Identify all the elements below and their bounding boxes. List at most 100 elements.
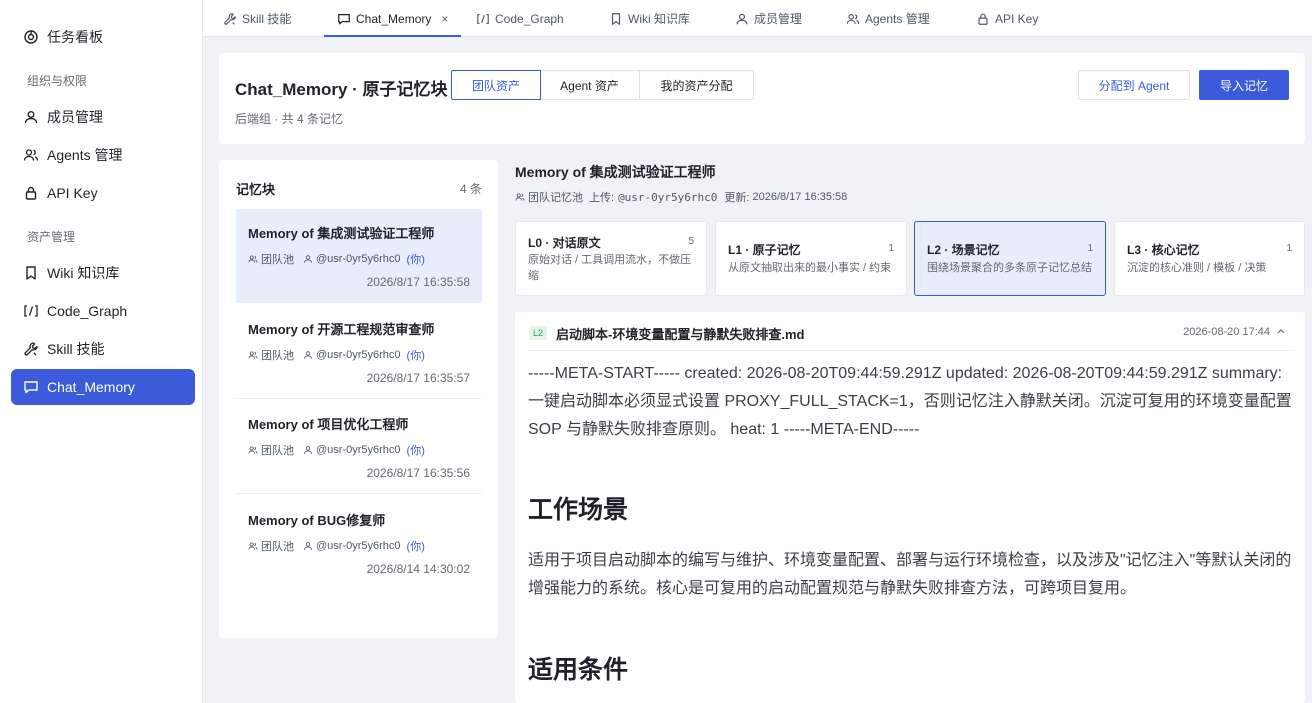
- level-tag: L2: [529, 326, 547, 340]
- sidebar-item-label: Agents 管理: [47, 147, 123, 163]
- users-icon: [248, 350, 258, 360]
- lock-icon: [23, 185, 39, 201]
- sidebar-item-label: Wiki 知识库: [47, 265, 120, 281]
- tab-code-graph[interactable]: Code_Graph: [476, 0, 564, 37]
- file-name: 启动脚本-环境变量配置与静默失败排查.md: [556, 327, 805, 342]
- sidebar-item-label: Code_Graph: [47, 303, 128, 319]
- code-icon: [23, 303, 39, 319]
- sidebar-item-label: Chat_Memory: [47, 379, 135, 395]
- memory-name: Memory of 集成测试验证工程师: [248, 226, 435, 241]
- sidebar-item-wiki[interactable]: Wiki 知识库: [11, 255, 195, 291]
- tab-label: API Key: [995, 11, 1039, 26]
- sidebar-item-chat-memory[interactable]: Chat_Memory: [11, 369, 195, 405]
- updated-label: 更新:: [724, 192, 750, 204]
- memory-pool: 团队池: [261, 445, 294, 457]
- page-title: Chat_Memory · 原子记忆块: [235, 80, 448, 99]
- memory-time: 2026/8/17 16:35:58: [366, 275, 470, 289]
- memory-meta: 团队池 @usr-0yr5y6rhc0 (你): [248, 538, 425, 554]
- memory-list-title: 记忆块: [236, 182, 276, 197]
- user-icon: [303, 254, 313, 264]
- heading-work-scene: 工作场景: [528, 496, 629, 524]
- user-icon: [303, 445, 313, 455]
- memory-name: Memory of BUG修复师: [248, 513, 386, 528]
- tab-bar: Skill 技能 Chat_Memory × Code_Graph Wiki 知…: [203, 0, 1312, 37]
- memory-user: @usr-0yr5y6rhc0: [316, 349, 401, 361]
- users-icon: [248, 254, 258, 264]
- memory-pool: 团队池: [261, 254, 294, 266]
- memory-list-count: 4 条: [459, 182, 482, 196]
- segment-my-assignments[interactable]: 我的资产分配: [639, 70, 754, 100]
- you-badge: (你): [406, 254, 425, 266]
- tab-label: Agents 管理: [865, 12, 930, 26]
- level-card-l2[interactable]: L2 · 场景记忆 1 围绕场景聚合的多条原子记忆总结: [914, 221, 1106, 296]
- assign-to-agent-button[interactable]: 分配到 Agent: [1078, 70, 1190, 100]
- list-item[interactable]: Memory of 项目优化工程师 团队池 @usr-0yr5y6rhc0 (你…: [236, 400, 482, 494]
- sidebar-item-members[interactable]: 成员管理: [11, 99, 195, 135]
- sidebar-item-skill[interactable]: Skill 技能: [11, 331, 195, 367]
- tab-label: Wiki 知识库: [628, 12, 690, 26]
- memory-pool: 团队池: [261, 350, 294, 362]
- tab-label: Skill 技能: [242, 12, 292, 26]
- list-item[interactable]: Memory of BUG修复师 团队池 @usr-0yr5y6rhc0 (你)…: [236, 496, 482, 590]
- level-count: 1: [888, 243, 894, 254]
- tab-skill[interactable]: Skill 技能: [223, 0, 291, 37]
- lock-icon: [976, 12, 990, 26]
- file-date: 2026-08-20 17:44: [1183, 326, 1270, 338]
- level-name: L1 · 原子记忆: [728, 243, 801, 257]
- heading-conditions: 适用条件: [528, 656, 629, 684]
- segment-agent-assets[interactable]: Agent 资产: [540, 70, 640, 100]
- tab-api-key[interactable]: API Key: [976, 0, 1038, 37]
- tab-agents[interactable]: Agents 管理: [846, 0, 930, 37]
- segment-team-assets[interactable]: 团队资产: [451, 70, 541, 100]
- import-memory-button[interactable]: 导入记忆: [1199, 70, 1289, 100]
- memory-meta: 团队池 @usr-0yr5y6rhc0 (你): [248, 442, 425, 458]
- users-icon: [248, 541, 258, 551]
- tab-wiki[interactable]: Wiki 知识库: [609, 0, 690, 37]
- users-icon: [23, 147, 39, 163]
- level-card-l1[interactable]: L1 · 原子记忆 1 从原文抽取出来的最小事实 / 约束: [715, 221, 907, 296]
- memory-list-panel: 记忆块 4 条 Memory of 集成测试验证工程师 团队池 @usr-0yr…: [219, 160, 498, 638]
- sidebar-item-code-graph[interactable]: Code_Graph: [11, 293, 195, 329]
- sidebar-item-label: Skill 技能: [47, 341, 105, 357]
- upload-label: 上传:: [589, 192, 615, 204]
- chat-icon: [23, 379, 39, 395]
- memory-name: Memory of 开源工程规范审查师: [248, 322, 435, 337]
- wrench-icon: [223, 12, 237, 26]
- page-subtitle: 后端组 · 共 4 条记忆: [235, 112, 344, 126]
- tab-label: Code_Graph: [495, 11, 564, 26]
- you-badge: (你): [406, 350, 425, 362]
- updated-time: 2026/8/17 16:35:58: [752, 191, 848, 203]
- chat-icon: [337, 12, 351, 26]
- level-desc: 原始对话 / 工具调用流水，不做压缩: [528, 254, 692, 282]
- detail-title: Memory of 集成测试验证工程师: [515, 164, 716, 180]
- page-header: Chat_Memory · 原子记忆块 后端组 · 共 4 条记忆 团队资产 A…: [219, 53, 1305, 144]
- meta-block: -----META-START----- created: 2026-08-20…: [528, 365, 1292, 438]
- memory-time: 2026/8/14 14:30:02: [366, 562, 470, 576]
- memory-content-panel: L2 启动脚本-环境变量配置与静默失败排查.md 2026-08-20 17:4…: [515, 312, 1305, 703]
- level-card-l0[interactable]: L0 · 对话原文 5 原始对话 / 工具调用流水，不做压缩: [515, 221, 707, 296]
- detail-meta: 团队记忆池 上传: @usr-0yr5y6rhc0 更新: 2026/8/17 …: [515, 189, 847, 205]
- level-count: 1: [1286, 243, 1292, 254]
- sidebar-item-label: API Key: [47, 185, 98, 201]
- dashboard-icon: [23, 29, 39, 45]
- close-icon[interactable]: ×: [441, 12, 448, 26]
- chevron-up-icon[interactable]: [1275, 325, 1287, 337]
- sidebar-item-task-board[interactable]: 任务看板: [11, 19, 195, 55]
- level-name: L0 · 对话原文: [528, 236, 601, 250]
- tab-members[interactable]: 成员管理: [735, 0, 802, 37]
- level-card-l3[interactable]: L3 · 核心记忆 1 沉淀的核心准则 / 模板 / 决策: [1114, 221, 1305, 296]
- tab-label: 成员管理: [754, 12, 803, 26]
- tab-chat-memory[interactable]: Chat_Memory ×: [324, 0, 462, 37]
- you-badge: (你): [406, 541, 425, 553]
- sidebar-item-agents[interactable]: Agents 管理: [11, 137, 195, 173]
- user-icon: [735, 12, 749, 26]
- list-item[interactable]: Memory of 开源工程规范审查师 团队池 @usr-0yr5y6rhc0 …: [236, 305, 482, 399]
- sidebar-item-label: 任务看板: [47, 29, 103, 45]
- sidebar-group-assets: 资产管理: [27, 230, 76, 244]
- sidebar-item-api-key[interactable]: API Key: [11, 175, 195, 211]
- user-icon: [23, 109, 39, 125]
- you-badge: (你): [406, 445, 425, 457]
- list-item[interactable]: Memory of 集成测试验证工程师 团队池 @usr-0yr5y6rhc0 …: [236, 209, 482, 303]
- memory-pool: 团队池: [261, 541, 294, 553]
- memory-meta: 团队池 @usr-0yr5y6rhc0 (你): [248, 251, 425, 267]
